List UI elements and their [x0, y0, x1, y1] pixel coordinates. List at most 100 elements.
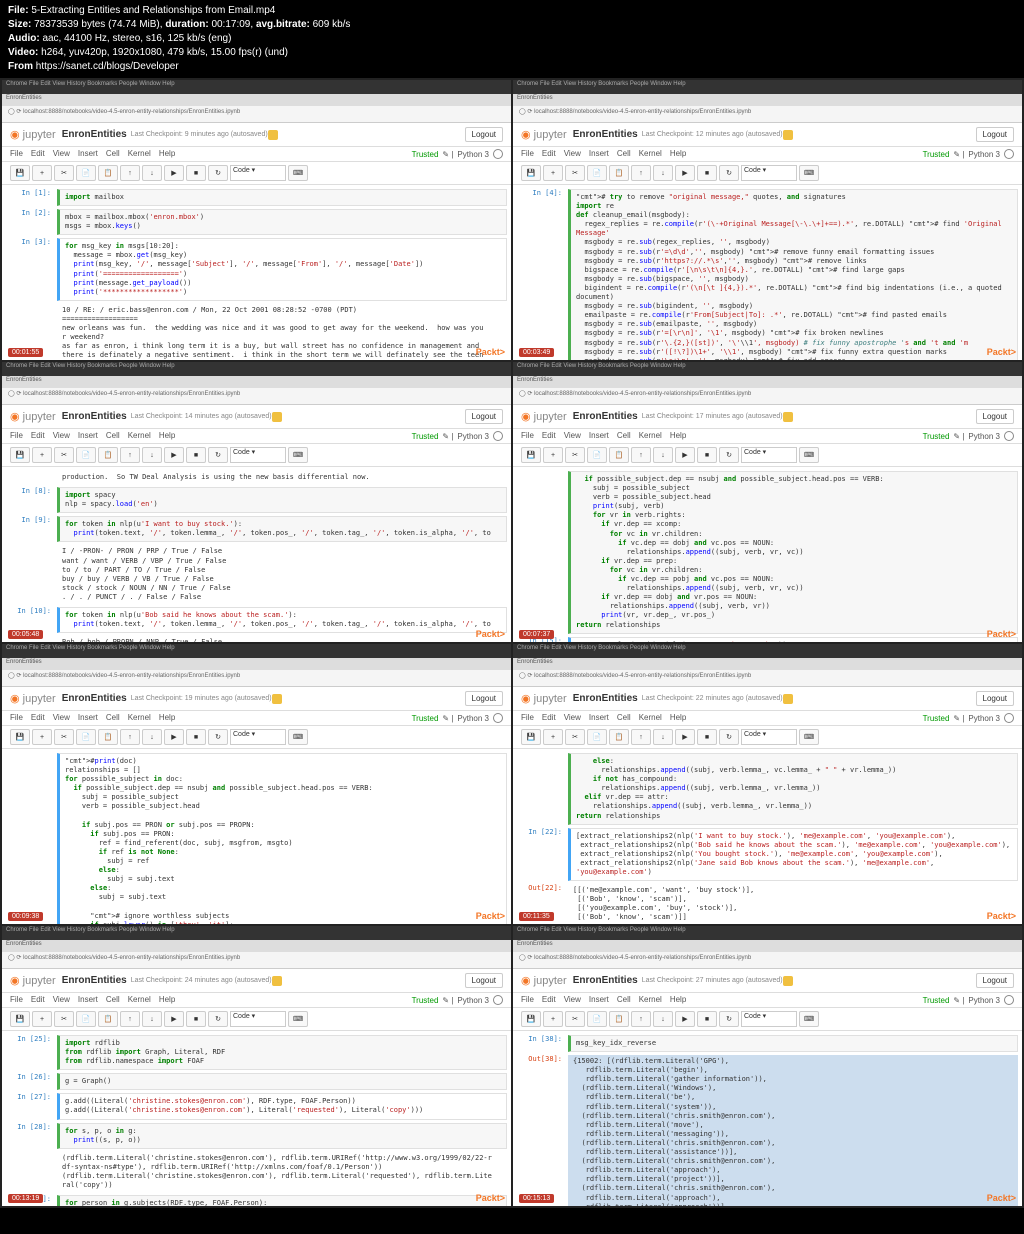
menu-view[interactable]: View [53, 995, 70, 1005]
cut-icon[interactable]: ✂ [565, 165, 585, 181]
menu-edit[interactable]: Edit [542, 995, 556, 1005]
run-icon[interactable]: ▶ [164, 447, 184, 463]
menu-edit[interactable]: Edit [31, 713, 45, 723]
menu-insert[interactable]: Insert [589, 149, 609, 159]
restart-icon[interactable]: ↻ [719, 447, 739, 463]
browser-tabs[interactable]: EnronEntities [513, 376, 1022, 388]
menu-view[interactable]: View [53, 149, 70, 159]
code-cell[interactable]: In [9]:for token in nlp(u'I want to buy … [6, 516, 507, 542]
code-cell[interactable]: In [28]:for s, p, o in g: print((s, p, o… [6, 1123, 507, 1149]
command-palette-icon[interactable]: ⌨ [799, 729, 819, 745]
restart-icon[interactable]: ↻ [719, 1011, 739, 1027]
cut-icon[interactable]: ✂ [565, 447, 585, 463]
menu-cell[interactable]: Cell [106, 149, 120, 159]
save-icon[interactable]: 💾 [521, 1011, 541, 1027]
browser-tabs[interactable]: EnronEntities [513, 940, 1022, 952]
down-icon[interactable]: ↓ [142, 729, 162, 745]
code-input[interactable]: else: relationships.append((subj, verb.l… [568, 753, 1018, 825]
restart-icon[interactable]: ↻ [208, 729, 228, 745]
menu-help[interactable]: Help [159, 713, 175, 723]
code-cell[interactable]: In [2]:mbox = mailbox.mbox('enron.mbox')… [6, 209, 507, 235]
code-input[interactable]: g.add((Literal('christine.stokes@enron.c… [57, 1093, 507, 1119]
stop-icon[interactable]: ■ [697, 165, 717, 181]
code-cell[interactable]: In [25]:import rdflib from rdflib import… [6, 1035, 507, 1070]
command-palette-icon[interactable]: ⌨ [288, 729, 308, 745]
code-input[interactable]: for person in g.subjects(RDF.type, FOAF.… [57, 1195, 507, 1206]
run-icon[interactable]: ▶ [675, 1011, 695, 1027]
code-cell[interactable]: In [15]:extract_relationships(nlp('I wan… [517, 637, 1018, 642]
url-bar[interactable]: ◯ ⟳ localhost:8888/notebooks/video-4.5-e… [513, 106, 1022, 123]
notebook-title[interactable]: EnronEntities [62, 975, 127, 986]
url-bar[interactable]: ◯ ⟳ localhost:8888/notebooks/video-4.5-e… [2, 388, 511, 405]
up-icon[interactable]: ↑ [631, 447, 651, 463]
down-icon[interactable]: ↓ [653, 729, 673, 745]
menu-help[interactable]: Help [670, 149, 686, 159]
menu-edit[interactable]: Edit [542, 431, 556, 441]
menu-file[interactable]: File [521, 149, 534, 159]
menu-kernel[interactable]: Kernel [128, 149, 151, 159]
stop-icon[interactable]: ■ [697, 729, 717, 745]
copy-icon[interactable]: 📄 [76, 447, 96, 463]
trusted-badge[interactable]: Trusted [923, 996, 950, 1005]
run-icon[interactable]: ▶ [164, 729, 184, 745]
menu-edit[interactable]: Edit [31, 431, 45, 441]
menu-help[interactable]: Help [670, 995, 686, 1005]
notebook-title[interactable]: EnronEntities [573, 411, 638, 422]
browser-tabs[interactable]: EnronEntities [2, 940, 511, 952]
up-icon[interactable]: ↑ [120, 729, 140, 745]
code-input[interactable]: import spacy nlp = spacy.load('en') [57, 487, 507, 513]
stop-icon[interactable]: ■ [186, 1011, 206, 1027]
copy-icon[interactable]: 📄 [76, 1011, 96, 1027]
paste-icon[interactable]: 📋 [98, 165, 118, 181]
menu-edit[interactable]: Edit [31, 149, 45, 159]
command-palette-icon[interactable]: ⌨ [288, 1011, 308, 1027]
menu-file[interactable]: File [10, 713, 23, 723]
url-bar[interactable]: ◯ ⟳ localhost:8888/notebooks/video-4.5-e… [513, 388, 1022, 405]
trusted-badge[interactable]: Trusted [923, 714, 950, 723]
code-cell[interactable]: In [29]:for person in g.subjects(RDF.typ… [6, 1195, 507, 1206]
restart-icon[interactable]: ↻ [208, 447, 228, 463]
code-input[interactable]: [extract_relationships2(nlp('I want to b… [568, 828, 1018, 881]
up-icon[interactable]: ↑ [120, 1011, 140, 1027]
paste-icon[interactable]: 📋 [609, 165, 629, 181]
code-cell[interactable]: In [38]:msg_key_idx_reverse [517, 1035, 1018, 1052]
menu-cell[interactable]: Cell [617, 713, 631, 723]
menu-file[interactable]: File [10, 995, 23, 1005]
logout-button[interactable]: Logout [465, 973, 503, 988]
code-cell[interactable]: In [22]:[extract_relationships2(nlp('I w… [517, 828, 1018, 881]
kernel-name[interactable]: Python 3 [968, 714, 1000, 723]
save-icon[interactable]: 💾 [521, 165, 541, 181]
code-input[interactable]: for s, p, o in g: print((s, p, o)) [57, 1123, 507, 1149]
command-palette-icon[interactable]: ⌨ [288, 447, 308, 463]
add-cell-icon[interactable]: + [32, 447, 52, 463]
notebook-title[interactable]: EnronEntities [573, 129, 638, 140]
code-input[interactable]: import mailbox [57, 189, 507, 206]
menu-file[interactable]: File [521, 713, 534, 723]
code-cell[interactable]: if possible_subject.dep == nsubj and pos… [517, 471, 1018, 634]
cut-icon[interactable]: ✂ [54, 1011, 74, 1027]
code-cell[interactable]: "cmt">#print(doc) relationships = [] for… [6, 753, 507, 924]
restart-icon[interactable]: ↻ [719, 165, 739, 181]
add-cell-icon[interactable]: + [32, 729, 52, 745]
code-input[interactable]: import rdflib from rdflib import Graph, … [57, 1035, 507, 1070]
save-icon[interactable]: 💾 [521, 447, 541, 463]
up-icon[interactable]: ↑ [120, 165, 140, 181]
add-cell-icon[interactable]: + [543, 447, 563, 463]
cell-type-select[interactable]: Code ▾ [741, 729, 797, 745]
menu-insert[interactable]: Insert [589, 431, 609, 441]
url-bar[interactable]: ◯ ⟳ localhost:8888/notebooks/video-4.5-e… [2, 670, 511, 687]
copy-icon[interactable]: 📄 [76, 729, 96, 745]
trusted-badge[interactable]: Trusted [412, 432, 439, 441]
logout-button[interactable]: Logout [465, 127, 503, 142]
copy-icon[interactable]: 📄 [587, 165, 607, 181]
code-input[interactable]: msg_key_idx_reverse [568, 1035, 1018, 1052]
paste-icon[interactable]: 📋 [98, 447, 118, 463]
cut-icon[interactable]: ✂ [565, 729, 585, 745]
menu-view[interactable]: View [564, 995, 581, 1005]
menu-kernel[interactable]: Kernel [639, 713, 662, 723]
menu-help[interactable]: Help [159, 995, 175, 1005]
trusted-badge[interactable]: Trusted [412, 996, 439, 1005]
up-icon[interactable]: ↑ [120, 447, 140, 463]
stop-icon[interactable]: ■ [697, 447, 717, 463]
save-icon[interactable]: 💾 [10, 1011, 30, 1027]
